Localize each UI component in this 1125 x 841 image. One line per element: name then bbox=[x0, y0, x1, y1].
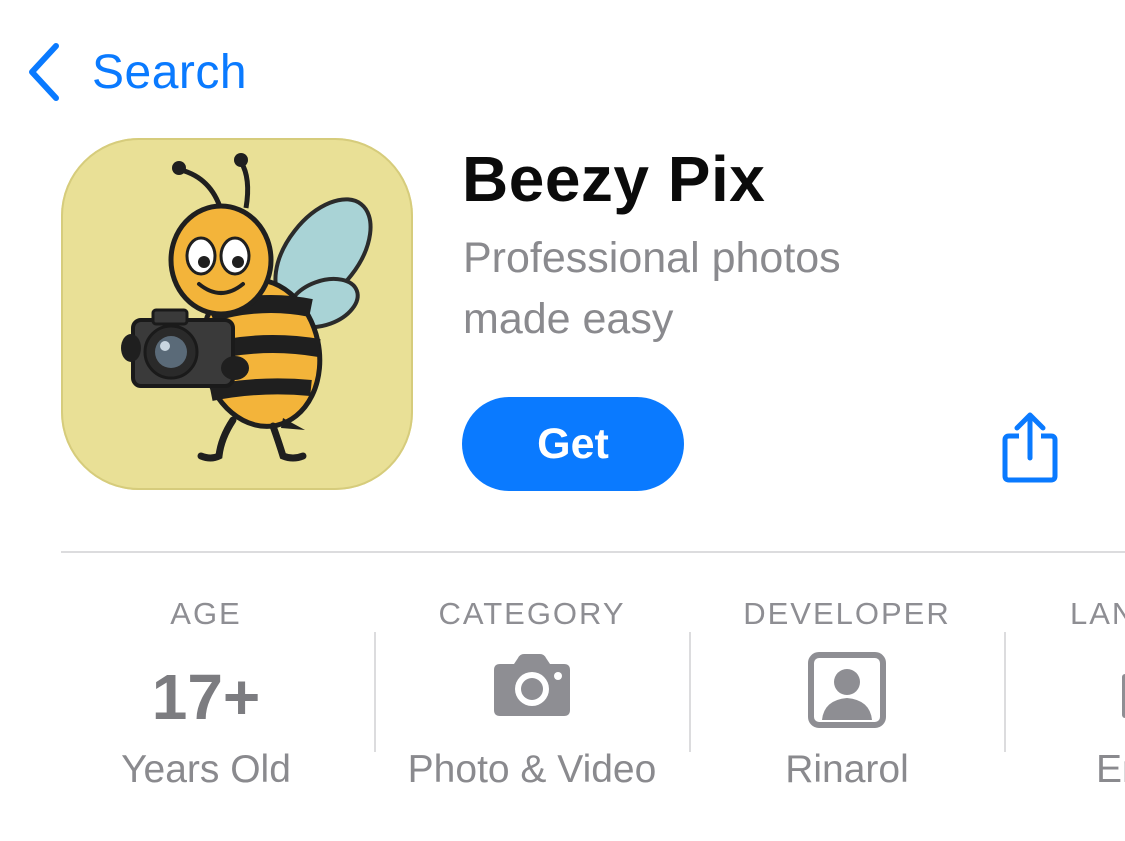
chevron-left-icon bbox=[29, 43, 59, 101]
info-developer[interactable]: DEVELOPER Rinarol bbox=[689, 590, 1005, 810]
share-icon bbox=[1002, 412, 1058, 483]
divider bbox=[61, 551, 1125, 553]
camera-icon bbox=[492, 652, 572, 723]
get-button[interactable]: Get bbox=[462, 397, 684, 491]
info-language-header: LAN bbox=[1070, 596, 1125, 631]
info-developer-header: DEVELOPER bbox=[743, 596, 951, 631]
share-button[interactable] bbox=[997, 410, 1063, 484]
info-age-value: 17+ bbox=[151, 661, 261, 733]
info-age[interactable]: AGE 17+ Years Old bbox=[48, 590, 364, 810]
info-category-sub: Photo & Video bbox=[407, 748, 657, 791]
app-icon bbox=[61, 138, 413, 490]
info-language[interactable]: LAN En bbox=[1004, 590, 1125, 810]
app-subtitle: Professional photos made easy bbox=[463, 234, 841, 343]
info-developer-sub: Rinarol bbox=[785, 748, 909, 791]
bee-with-camera-icon bbox=[121, 153, 373, 462]
app-store-page: Search Beezy Pix Professional photos mad… bbox=[0, 0, 1125, 841]
info-age-header: AGE bbox=[170, 596, 242, 631]
info-age-sub: Years Old bbox=[121, 748, 291, 791]
info-category[interactable]: CATEGORY Photo & Video bbox=[374, 590, 690, 810]
app-title: Beezy Pix bbox=[462, 143, 766, 215]
developer-avatar-icon bbox=[808, 652, 886, 733]
info-language-sub: En bbox=[1096, 748, 1125, 791]
back-label: Search bbox=[92, 45, 248, 99]
info-category-header: CATEGORY bbox=[438, 596, 626, 631]
back-button[interactable]: Search bbox=[24, 40, 247, 104]
